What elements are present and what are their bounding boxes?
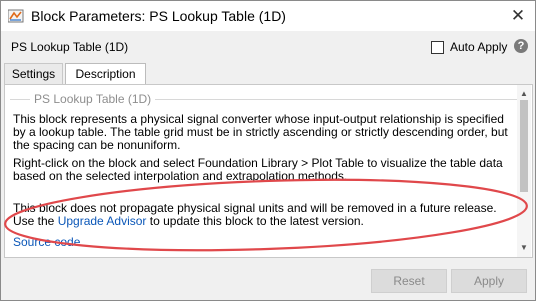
- help-icon[interactable]: ?: [514, 39, 528, 53]
- block-parameters-dialog: Block Parameters: PS Lookup Table (1D) ✕…: [0, 0, 536, 301]
- description-paragraph-1: This block represents a physical signal …: [13, 112, 508, 152]
- paragraph-3-text-after: to update this block to the latest versi…: [146, 214, 364, 228]
- apply-button[interactable]: Apply: [451, 269, 527, 293]
- simulink-app-icon: [8, 9, 24, 23]
- description-panel: PS Lookup Table (1D) This block represen…: [4, 84, 533, 258]
- vertical-scrollbar[interactable]: ▲ ▼: [517, 85, 531, 257]
- block-name-label: PS Lookup Table (1D): [11, 40, 129, 54]
- checkbox-icon[interactable]: [431, 40, 444, 54]
- dialog-footer: Reset Apply: [1, 259, 535, 300]
- description-paragraph-3: This block does not propagate physical s…: [13, 202, 517, 228]
- auto-apply-checkbox[interactable]: Auto Apply: [431, 39, 507, 55]
- tab-settings[interactable]: Settings: [4, 63, 63, 84]
- description-paragraph-2: Right-click on the block and select Foun…: [13, 156, 503, 183]
- group-legend: PS Lookup Table (1D): [30, 92, 156, 106]
- tab-description[interactable]: Description: [65, 63, 146, 85]
- upgrade-advisor-link[interactable]: Upgrade Advisor: [58, 214, 147, 228]
- reset-button[interactable]: Reset: [371, 269, 447, 293]
- auto-apply-label[interactable]: Auto Apply: [450, 40, 507, 54]
- window-title: Block Parameters: PS Lookup Table (1D): [31, 8, 286, 24]
- title-bar: Block Parameters: PS Lookup Table (1D) ✕: [1, 1, 535, 31]
- scroll-up-icon[interactable]: ▲: [520, 89, 528, 98]
- scroll-down-icon[interactable]: ▼: [520, 243, 528, 252]
- close-icon[interactable]: ✕: [505, 3, 531, 29]
- block-header: PS Lookup Table (1D) Auto Apply ?: [1, 31, 535, 61]
- source-code-link[interactable]: Source code: [13, 235, 80, 249]
- scrollbar-thumb[interactable]: [520, 100, 528, 192]
